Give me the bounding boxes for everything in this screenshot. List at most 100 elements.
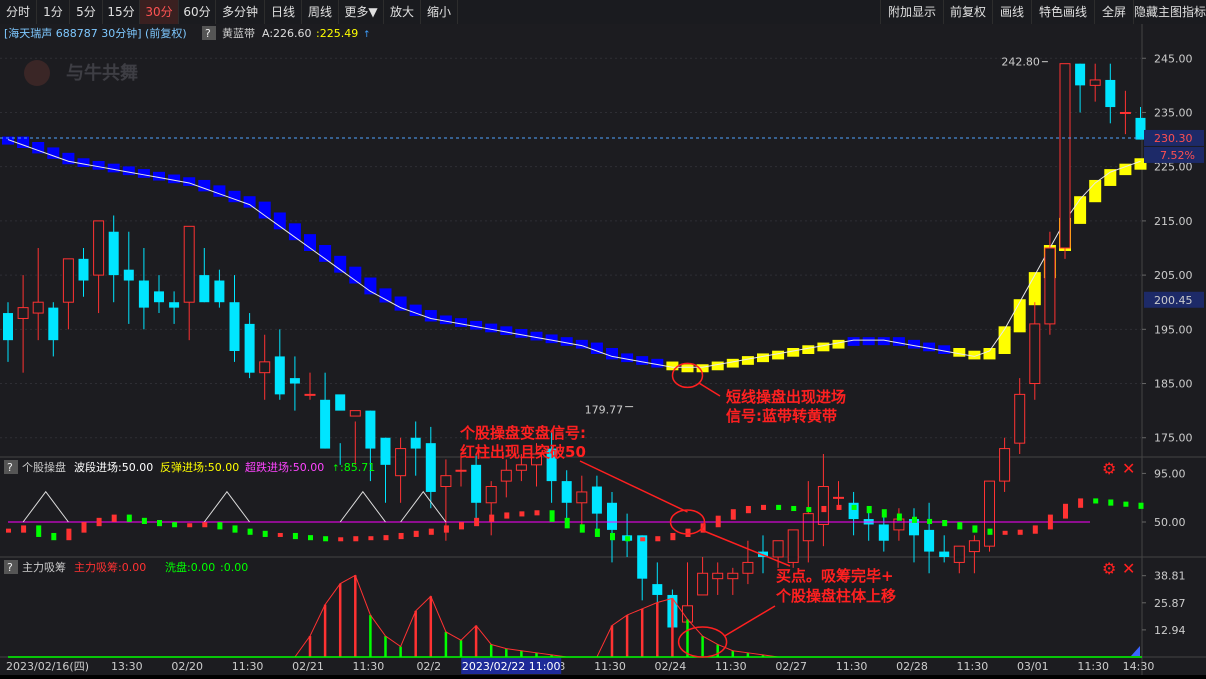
sub1-bar: [881, 509, 887, 518]
sub1-bar: [338, 537, 344, 542]
background: [0, 24, 1206, 675]
toolbar-btn-1[interactable]: 前复权: [943, 0, 993, 24]
sub1-name: 个股操盘: [22, 460, 66, 474]
sub1-l3: 超跌进场:50.00: [245, 460, 324, 474]
kline-chart[interactable]: 245.00235.00225.00215.00205.00195.00185.…: [0, 24, 1206, 675]
band-segment: [77, 158, 90, 167]
band-segment: [1028, 272, 1041, 306]
band-segment: [455, 318, 467, 327]
sub1-bar: [187, 523, 193, 528]
time-label: 02/27: [775, 660, 807, 673]
time-label: 14:30: [1123, 660, 1155, 673]
candle-body: [78, 258, 89, 281]
period-tab-8[interactable]: 周线: [302, 0, 339, 24]
sub1-bar: [806, 507, 812, 513]
watermark-logo: [24, 60, 50, 86]
band-segment: [983, 348, 996, 360]
time-label: 11:30: [957, 660, 989, 673]
time-label: 11:30: [353, 660, 385, 673]
candle-body: [395, 448, 407, 477]
sub1-bar: [459, 522, 464, 530]
toolbar-btn-5[interactable]: 隐藏主图指标: [1133, 0, 1206, 24]
period-tab-10[interactable]: 放大: [384, 0, 421, 24]
band-segment: [711, 361, 724, 371]
current-price-label: 230.30: [1154, 132, 1193, 145]
price-tick-label: 175.00: [1154, 432, 1193, 445]
sub1-bar: [308, 535, 313, 541]
period-tab-3[interactable]: 15分: [103, 0, 140, 24]
sub1-bar: [1063, 503, 1068, 519]
sub1-gear-icon: ⚙: [1102, 459, 1116, 478]
band-segment: [892, 337, 905, 346]
candle-body: [727, 572, 739, 580]
candle-body: [48, 307, 59, 341]
period-tab-4[interactable]: 30分: [140, 0, 179, 24]
sub1-bar: [912, 516, 917, 523]
sub1-bar: [36, 525, 42, 537]
period-tab-11[interactable]: 缩小: [421, 0, 458, 24]
toolbar-btn-0[interactable]: 附加显示: [880, 0, 944, 24]
band-segment: [862, 337, 875, 346]
time-label: 11:30: [232, 660, 264, 673]
sub1-bar: [1123, 501, 1129, 507]
sub1-bar: [172, 522, 178, 528]
toolbar-btn-3[interactable]: 特色画线: [1031, 0, 1095, 24]
sub1-bar: [126, 514, 132, 522]
sub1-bar: [972, 525, 978, 533]
sub1-l1: 波段进场:50.00: [74, 460, 153, 474]
sub1-bar: [957, 522, 963, 530]
sub1-bar: [987, 528, 993, 535]
candle-body: [17, 307, 29, 319]
sub2-tick-label: 25.87: [1154, 597, 1186, 610]
time-label: 11:30: [836, 660, 868, 673]
sub2-l3: :0.00: [220, 561, 248, 574]
band-segment: [651, 358, 664, 368]
period-tab-0[interactable]: 分时: [0, 0, 37, 24]
candle-body: [817, 486, 829, 525]
low-label: 179.77: [585, 403, 624, 416]
candle-body: [3, 313, 13, 341]
candle-body: [742, 561, 754, 574]
time-label: 2023/02/16(四): [6, 660, 89, 673]
sub1-bar: [504, 512, 510, 519]
sub1-bar: [670, 532, 676, 541]
sub1-bar: [247, 528, 253, 535]
sub1-bar: [474, 517, 480, 527]
time-label: 02/21: [292, 660, 324, 673]
candle-body: [440, 475, 452, 488]
band-segment: [168, 174, 181, 184]
band-segment: [757, 353, 769, 363]
band-segment: [470, 320, 483, 330]
candle-body: [304, 393, 316, 396]
band-segment: [772, 350, 785, 360]
period-tab-9[interactable]: 更多▼: [339, 0, 384, 24]
period-tab-7[interactable]: 日线: [265, 0, 302, 24]
candle-body: [199, 275, 210, 303]
period-tab-1[interactable]: 1分: [37, 0, 70, 24]
band-segment: [560, 337, 573, 346]
candle-body: [968, 540, 980, 553]
band-segment: [439, 315, 452, 325]
candle-body: [138, 280, 149, 308]
sub2-help-icon: ?: [7, 561, 13, 574]
price-tick-label: 235.00: [1154, 106, 1193, 119]
band-segment: [696, 364, 709, 373]
sub1-bar: [836, 504, 842, 510]
time-label: 02/24: [655, 660, 687, 673]
time-label: 11:30: [1077, 660, 1109, 673]
sub1-bar: [942, 520, 948, 527]
time-cursor-label: 2023/02/22 11:00: [462, 660, 561, 673]
time-label: 03/01: [1017, 660, 1049, 673]
sub1-bar: [111, 514, 117, 522]
candle-body: [924, 529, 935, 552]
period-tab-5[interactable]: 60分: [179, 0, 216, 24]
candle-body: [471, 464, 482, 503]
candle-body: [772, 540, 784, 558]
sub1-bar: [323, 536, 329, 542]
period-tab-2[interactable]: 5分: [70, 0, 103, 24]
period-tab-6[interactable]: 多分钟: [216, 0, 265, 24]
toolbar-btn-2[interactable]: 画线: [992, 0, 1032, 24]
sub1-bar: [1138, 502, 1144, 509]
band-segment: [741, 356, 754, 365]
toolbar-btn-4[interactable]: 全屏: [1094, 0, 1134, 24]
